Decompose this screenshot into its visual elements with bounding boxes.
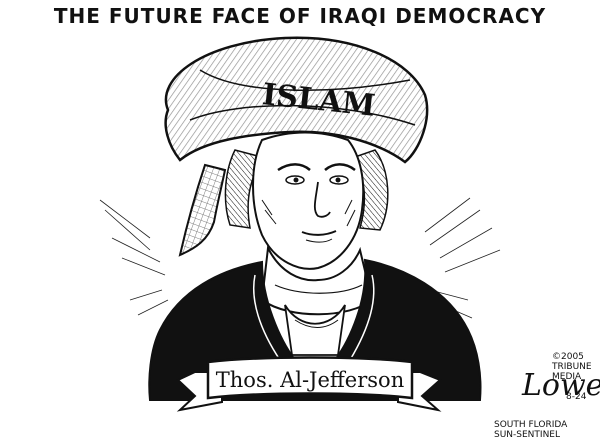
cartoon-date: 8-24 [566,392,587,402]
newspaper-line1: SOUTH FLORIDA [494,420,568,430]
syndicate-line2: MEDIA [552,372,582,382]
newspaper-credit: SOUTH FLORIDA SUN-SENTINEL [494,420,567,440]
syndicate-line1: TRIBUNE [552,362,592,372]
copyright-credit: ©2005 TRIBUNE MEDIA [552,352,592,382]
newspaper-line2: SUN-SENTINEL [494,430,560,440]
copyright-text: ©2005 [552,352,584,362]
cartoon-illustration: ISLAM Thos. Al-Jefferson Lowe [99,36,600,412]
face [252,131,365,270]
banner-label: Thos. Al-Jefferson [216,368,404,392]
